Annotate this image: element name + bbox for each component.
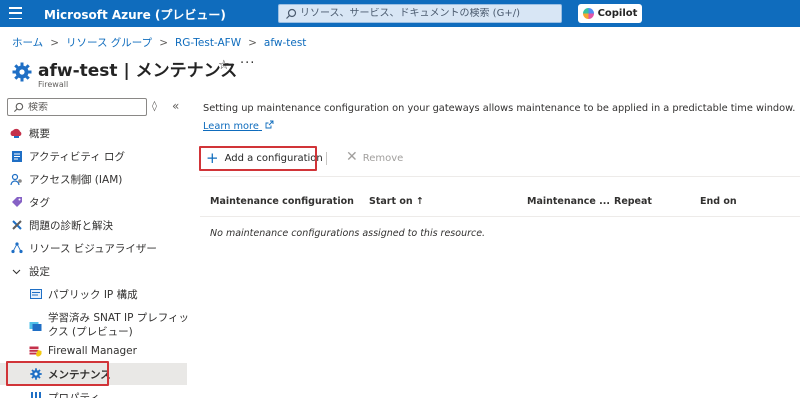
remove-label: Remove bbox=[362, 152, 404, 164]
copilot-button[interactable]: Copilot bbox=[578, 4, 642, 23]
properties-icon bbox=[29, 391, 42, 398]
public-ip-icon bbox=[29, 288, 42, 301]
column-header-repeat[interactable]: Repeat bbox=[614, 196, 652, 207]
toolbar-divider bbox=[326, 152, 327, 165]
sidebar-options-icon[interactable]: ◊ bbox=[152, 101, 157, 112]
search-icon bbox=[286, 8, 297, 19]
sidebar-item-activity-log[interactable]: アクティビティ ログ bbox=[0, 145, 187, 167]
global-search[interactable] bbox=[278, 4, 562, 23]
learn-more-link[interactable]: Learn more bbox=[203, 120, 274, 132]
sidebar-item-label: パブリック IP 構成 bbox=[48, 288, 138, 301]
breadcrumb-resource-group[interactable]: RG-Test-AFW bbox=[175, 37, 241, 49]
column-header-maintenance[interactable]: Maintenance ... bbox=[527, 196, 610, 207]
more-options-button[interactable]: ··· bbox=[240, 56, 255, 71]
maintenance-gear-icon bbox=[12, 62, 32, 82]
breadcrumb-home[interactable]: ホーム bbox=[12, 35, 43, 50]
sidebar-item-overview[interactable]: 概要 bbox=[0, 122, 187, 144]
sidebar-item-label: アクセス制御 (IAM) bbox=[29, 173, 123, 186]
iam-icon bbox=[10, 173, 23, 186]
activity-log-icon bbox=[10, 150, 23, 163]
sidebar-item-iam[interactable]: アクセス制御 (IAM) bbox=[0, 168, 187, 190]
visualizer-icon bbox=[10, 242, 23, 255]
column-header-end-on[interactable]: End on bbox=[700, 196, 737, 207]
top-bar: Microsoft Azure (プレビュー) Copilot bbox=[0, 0, 800, 27]
sidebar-item-label-wrap: 学習済み SNAT IP プレフィッ クス (プレビュー) bbox=[48, 311, 189, 339]
sidebar-search[interactable] bbox=[7, 98, 147, 116]
sidebar-search-input[interactable] bbox=[28, 101, 138, 113]
sidebar-item-label: 概要 bbox=[29, 127, 50, 140]
highlight-box-add bbox=[199, 146, 317, 171]
breadcrumb-resource-groups[interactable]: リソース グループ bbox=[66, 35, 152, 50]
sidebar-item-properties[interactable]: プロパティ bbox=[0, 386, 187, 398]
diagnose-icon bbox=[10, 219, 23, 232]
tag-icon bbox=[10, 196, 23, 209]
toolbar-divider-line bbox=[200, 176, 800, 177]
external-link-icon bbox=[265, 120, 274, 129]
sidebar-item-label: リソース ビジュアライザー bbox=[29, 242, 157, 255]
sidebar-item-tags[interactable]: タグ bbox=[0, 191, 187, 213]
breadcrumb-separator: > bbox=[50, 36, 59, 49]
maintenance-description: Setting up maintenance configuration on … bbox=[203, 103, 796, 114]
sidebar-group-settings[interactable]: 設定 bbox=[0, 260, 187, 282]
table-header-divider bbox=[200, 216, 800, 217]
sidebar-item-label: アクティビティ ログ bbox=[29, 150, 126, 163]
sidebar-item-snat[interactable]: 学習済み SNAT IP プレフィッ クス (プレビュー) bbox=[0, 308, 189, 342]
resource-type: Firewall bbox=[38, 80, 69, 89]
sidebar-item-label: 学習済み SNAT IP プレフィッ bbox=[48, 312, 190, 324]
breadcrumb-separator: > bbox=[248, 36, 257, 49]
search-icon bbox=[13, 102, 24, 112]
sidebar-item-label-line2: クス (プレビュー) bbox=[48, 326, 133, 338]
chevron-down-icon bbox=[10, 265, 23, 278]
column-header-start-on[interactable]: Start on ↑ bbox=[369, 196, 424, 207]
firewall-manager-icon bbox=[29, 345, 42, 358]
learn-more-label: Learn more bbox=[203, 121, 259, 132]
highlight-box-maintenance bbox=[6, 361, 109, 386]
menu-icon[interactable] bbox=[9, 7, 22, 19]
breadcrumb-resource[interactable]: afw-test bbox=[264, 37, 307, 49]
sidebar-item-label: Firewall Manager bbox=[48, 345, 137, 357]
column-header-configuration[interactable]: Maintenance configuration bbox=[210, 196, 354, 207]
sidebar-item-diagnose[interactable]: 問題の診断と解決 bbox=[0, 214, 187, 236]
snat-icon bbox=[29, 319, 42, 332]
empty-table-message: No maintenance configurations assigned t… bbox=[210, 228, 486, 239]
sidebar-item-label: 問題の診断と解決 bbox=[29, 219, 113, 232]
sidebar-item-label: 設定 bbox=[29, 265, 50, 278]
copilot-label: Copilot bbox=[597, 8, 638, 19]
remove-button[interactable]: ✕ Remove bbox=[346, 149, 404, 165]
breadcrumb: ホーム > リソース グループ > RG-Test-AFW > afw-test bbox=[12, 35, 306, 50]
sidebar-item-label: プロパティ bbox=[48, 391, 100, 398]
favorite-star-icon[interactable]: ☆ bbox=[218, 58, 230, 73]
close-icon: ✕ bbox=[346, 149, 358, 165]
global-search-input[interactable] bbox=[300, 8, 550, 19]
sidebar-item-visualizer[interactable]: リソース ビジュアライザー bbox=[0, 237, 187, 259]
sidebar-item-firewall-manager[interactable]: Firewall Manager bbox=[0, 340, 187, 362]
overview-icon bbox=[10, 127, 23, 140]
copilot-icon bbox=[582, 8, 594, 19]
breadcrumb-separator: > bbox=[159, 36, 168, 49]
sidebar-item-label: タグ bbox=[29, 196, 50, 209]
portal-brand[interactable]: Microsoft Azure (プレビュー) bbox=[44, 6, 226, 23]
page-title: afw-test | メンテナンス bbox=[38, 61, 238, 81]
sidebar-item-public-ip[interactable]: パブリック IP 構成 bbox=[0, 283, 187, 305]
collapse-sidebar-icon[interactable]: « bbox=[172, 99, 179, 113]
